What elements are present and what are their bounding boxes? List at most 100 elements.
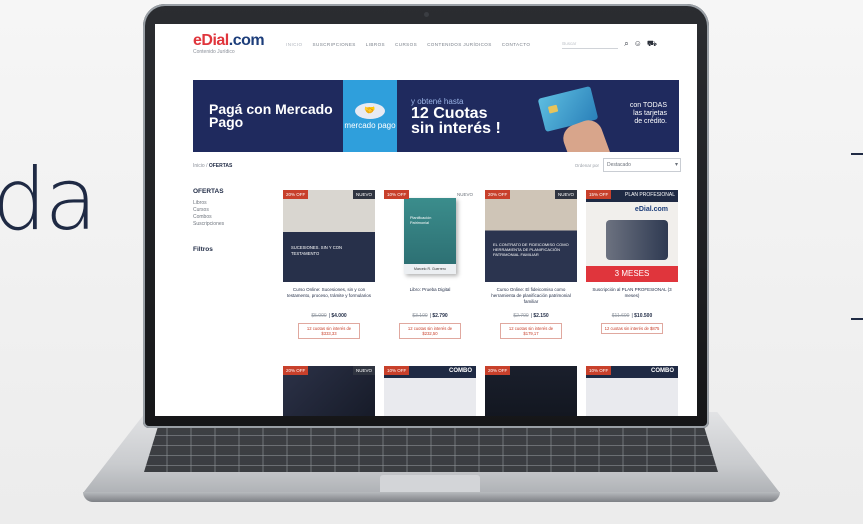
promo-banner[interactable]: Pagá con Mercado Pago 🤝 mercado pago y o… [193, 80, 679, 152]
search-icon[interactable]: ⌕ [624, 39, 628, 49]
product-image[interactable]: SUCESIONES. SIN Y CON TESTAMENTO 20% OFF… [283, 190, 375, 282]
cart-icon[interactable]: ⛟ [647, 39, 657, 49]
menu-item-suscripciones[interactable]: SUSCRIPCIONES [313, 42, 356, 47]
current-price: $10.500 [634, 313, 653, 319]
sort-select[interactable]: Destacado [603, 158, 681, 172]
combo-badge: COMBO [651, 368, 674, 374]
old-price: $3.100 [412, 313, 428, 319]
new-badge: NUEVO [456, 192, 473, 197]
book-cover-title: Planificación Patrimonial [410, 216, 432, 225]
mercado-pago-logo: 🤝 mercado pago [343, 80, 397, 152]
logo-text: .com [228, 32, 265, 49]
main-menu: INICIO SUSCRIPCIONES LIBROS CURSOS CONTE… [286, 42, 530, 47]
professionals-image [606, 220, 668, 260]
product-card[interactable]: SUCESIONES. SIN Y CON TESTAMENTO 20% OFF… [283, 190, 375, 339]
product-image[interactable]: 10% OFF COMBO [586, 366, 678, 416]
sort-label: Ordenar por [574, 162, 599, 168]
product-price: $2.700 | $2.150 [513, 313, 549, 319]
laptop-screen: eDial.com Contenido Jurídico INICIO SUSC… [155, 24, 697, 416]
sort-control: Ordenar por Destacado [575, 158, 681, 172]
banner-cards-line1: con TODAS [629, 102, 667, 109]
banner-cards-line3: de crédito. [634, 118, 667, 125]
menu-item-contenidos[interactable]: CONTENIDOS JURÍDICOS [427, 42, 492, 47]
discount-badge: 10% OFF [384, 190, 410, 199]
menu-item-contacto[interactable]: CONTACTO [502, 42, 531, 47]
plan-badge: PLAN PROFESIONAL [624, 192, 675, 198]
product-name[interactable]: Curso Online: El fideicomiso como herram… [485, 287, 577, 311]
old-price: $11.600 [611, 313, 630, 319]
new-badge: NUEVO [554, 190, 577, 199]
installments-box: 12 cuotas sin interés de $875 [601, 323, 663, 334]
current-price: $2.790 [432, 313, 448, 319]
discount-badge: 20% OFF [485, 366, 511, 375]
product-image[interactable]: PLAN PROFESIONAL eDial.com 3 MESES 15% O… [586, 190, 678, 282]
site-logo[interactable]: eDial.com Contenido Jurídico [193, 32, 265, 55]
installments-box: 12 cuotas sin interés de $179,17 [500, 323, 562, 339]
current-price: $4.000 [331, 313, 347, 319]
product-cover-text: SUCESIONES. SIN Y CON TESTAMENTO [291, 245, 343, 256]
user-icon[interactable]: ☺ [634, 39, 642, 49]
sidebar-item-libros[interactable]: Libros [193, 200, 273, 207]
product-name[interactable]: Libro: Prueba Digital [384, 287, 476, 311]
menu-item-inicio[interactable]: INICIO [286, 42, 302, 47]
header-icons: ⌕ ☺ ⛟ [624, 39, 657, 49]
banner-cards-note: con TODAS las tarjetas de crédito. [597, 102, 667, 126]
sidebar: OFERTAS Libros Cursos Combos Suscripcion… [193, 188, 273, 253]
product-image[interactable]: Planificación Patrimonial Marcelo R. Gue… [384, 190, 476, 282]
plan-duration: 3 MESES [586, 266, 678, 282]
new-badge: NUEVO [352, 366, 375, 375]
discount-badge: 20% OFF [283, 190, 309, 199]
site-header: eDial.com Contenido Jurídico INICIO SUSC… [155, 24, 697, 64]
current-price: $2.150 [533, 313, 549, 319]
product-name[interactable]: Suscripción al PLAN PROFESIONAL (3 meses… [586, 287, 678, 311]
banner-offer-line2: sin interés ! [411, 119, 501, 137]
background-headline: da [0, 150, 97, 250]
decor-dash [851, 153, 863, 155]
menu-item-libros[interactable]: LIBROS [366, 42, 385, 47]
mercado-pago-label: mercado pago [344, 120, 396, 130]
product-image[interactable]: 20% OFF [485, 366, 577, 416]
product-card[interactable]: PLAN PROFESIONAL eDial.com 3 MESES 15% O… [586, 190, 678, 334]
sidebar-title: OFERTAS [193, 188, 224, 195]
product-card[interactable]: EL CONTRATO DE FIDEICOMISO COMO HERRAMIE… [485, 190, 577, 339]
laptop-lid: eDial.com Contenido Jurídico INICIO SUSC… [143, 4, 709, 428]
breadcrumb-home[interactable]: Inicio [193, 163, 205, 169]
banner-pay-text: Pagá con Mercado Pago [209, 101, 333, 130]
product-price: $11.600 | $10.500 [611, 313, 653, 319]
handshake-icon: 🤝 [355, 102, 385, 119]
installments-box: 12 cuotas sin interés de $232,50 [399, 323, 461, 339]
product-card[interactable]: Planificación Patrimonial Marcelo R. Gue… [384, 190, 476, 339]
breadcrumb: Inicio / OFERTAS [193, 163, 232, 169]
product-card[interactable]: 10% OFF COMBO [384, 366, 476, 416]
banner-cards-line2: las tarjetas [633, 110, 667, 117]
product-card[interactable]: 20% OFF [485, 366, 577, 416]
breadcrumb-current: OFERTAS [208, 163, 233, 169]
product-card[interactable]: 10% OFF COMBO [586, 366, 678, 416]
product-image[interactable]: 10% OFF COMBO [384, 366, 476, 416]
old-price: $2.700 [513, 313, 529, 319]
sidebar-item-combos[interactable]: Combos [193, 214, 273, 221]
new-badge: NUEVO [352, 190, 375, 199]
product-name[interactable]: Curso Online: Sucesiones, sin y con test… [283, 287, 375, 311]
book-cover: Planificación Patrimonial Marcelo R. Gue… [404, 198, 456, 274]
old-price: $5.000 [311, 313, 327, 319]
discount-badge: 20% OFF [283, 366, 309, 375]
product-price: $5.000 | $4.000 [311, 313, 347, 319]
discount-badge: 10% OFF [586, 366, 612, 375]
banner-offer: y obtené hasta 12 Cuotas sin interés ! [397, 97, 547, 137]
product-card[interactable]: 20% OFF NUEVO [283, 366, 375, 416]
discount-badge: 20% OFF [485, 190, 511, 199]
sidebar-item-cursos[interactable]: Cursos [193, 207, 273, 214]
discount-badge: 10% OFF [384, 366, 410, 375]
laptop-base-edge [83, 492, 780, 502]
decor-dash [851, 318, 863, 320]
combo-badge: COMBO [449, 368, 472, 374]
cover-logo: eDial.com [634, 206, 668, 213]
product-image[interactable]: 20% OFF NUEVO [283, 366, 375, 416]
sidebar-item-suscripciones[interactable]: Suscripciones [193, 221, 273, 228]
search-input[interactable]: Buscar [562, 39, 619, 49]
camera-icon [424, 12, 429, 17]
product-price: $3.100 | $2.790 [412, 313, 448, 319]
product-image[interactable]: EL CONTRATO DE FIDEICOMISO COMO HERRAMIE… [485, 190, 577, 282]
menu-item-cursos[interactable]: CURSOS [395, 42, 417, 47]
